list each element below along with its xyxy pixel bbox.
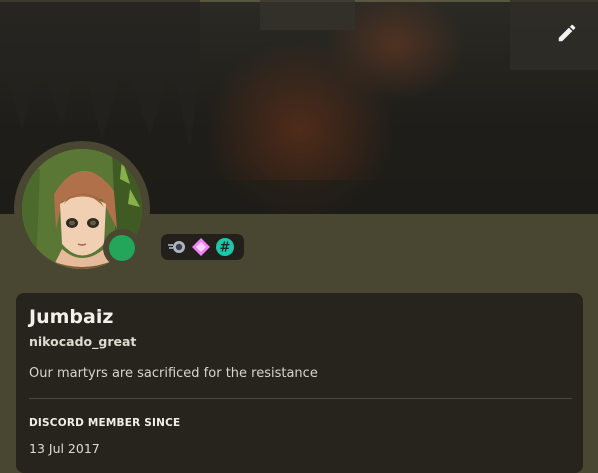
username[interactable]: nikocado_great: [29, 334, 136, 349]
badge-list: #: [161, 234, 244, 260]
profile-bio: Our martyrs are sacrificed for the resis…: [29, 366, 318, 381]
display-name: Jumbaiz: [29, 306, 114, 328]
nitro-badge[interactable]: [167, 237, 187, 257]
member-since-title: DISCORD MEMBER SINCE: [29, 417, 181, 429]
nitro-badge-icon: [168, 241, 185, 253]
online-status-indicator: [109, 235, 135, 261]
pencil-icon: [558, 24, 576, 42]
hashtag-badge[interactable]: #: [215, 237, 235, 257]
section-divider: [29, 398, 572, 399]
hypesquad-badge-icon: [192, 238, 210, 256]
hypesquad-badge[interactable]: [191, 237, 211, 257]
hashtag-badge-icon: #: [216, 238, 234, 256]
svg-text:#: #: [220, 241, 231, 256]
member-since-date: 13 Jul 2017: [29, 441, 100, 456]
edit-profile-button[interactable]: [552, 18, 582, 48]
